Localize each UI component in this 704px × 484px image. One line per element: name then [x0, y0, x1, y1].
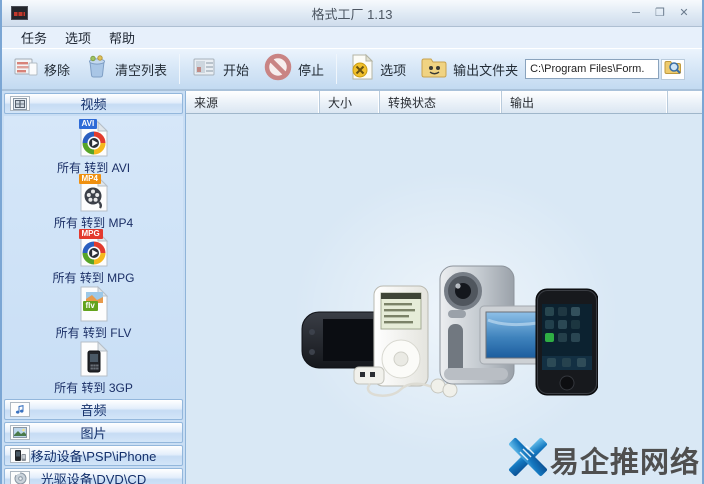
watermark-logo-icon	[508, 437, 548, 482]
mp4-file-icon: MP4	[76, 174, 112, 213]
mpg-file-icon: MPG	[76, 229, 112, 268]
toolbar-separator	[336, 54, 338, 84]
avi-badge: AVI	[78, 119, 98, 129]
browse-folder-icon	[664, 59, 682, 80]
output-folder-button[interactable]: 输出文件夹	[413, 51, 525, 87]
menu-bar: 任务 选项 帮助	[2, 27, 702, 48]
column-header-output[interactable]: 输出	[502, 91, 668, 113]
iphone	[535, 288, 598, 396]
clear-list-button[interactable]: 清空列表	[77, 51, 174, 87]
window-title: 格式工厂 1.13	[311, 6, 393, 22]
close-button[interactable]: ✕	[676, 6, 692, 20]
column-header-source[interactable]: 来源	[186, 91, 320, 113]
preset-all-to-mp4[interactable]: MP4 所有 转到 MP4	[4, 174, 183, 230]
film-icon	[10, 96, 30, 111]
minimize-button[interactable]: ─	[628, 6, 644, 20]
camcorder	[439, 265, 553, 385]
sidebar-section-video[interactable]: 视频	[4, 93, 183, 114]
remove-label: 移除	[44, 62, 71, 78]
toolbar-separator	[179, 54, 181, 84]
picture-icon	[10, 425, 30, 440]
preset-all-to-mpg[interactable]: MPG 所有 转到 MPG	[4, 229, 183, 285]
mp4-badge: MP4	[78, 174, 101, 184]
sidebar-section-audio[interactable]: 音频	[4, 399, 183, 420]
menu-help[interactable]: 帮助	[100, 27, 144, 48]
sidebar-section-label: 移动设备\PSP\iPhone	[30, 449, 157, 464]
devices-illustration	[301, 265, 598, 398]
column-header-size[interactable]: 大小	[320, 91, 380, 113]
preset-label: 所有 转到 3GP	[54, 381, 133, 395]
flv-file-icon: flv	[76, 285, 112, 323]
preset-all-to-avi[interactable]: AVI 所有 转到 AVI	[4, 119, 183, 175]
column-header-convert-state[interactable]: 转换状态	[380, 91, 502, 113]
sidebar-section-label: 光驱设备\DVD\CD	[40, 472, 147, 484]
task-list-header: 来源 大小 转换状态 输出	[186, 91, 702, 114]
watermark: 易企推网络	[508, 437, 700, 482]
music-note-icon	[10, 402, 30, 417]
output-path-field[interactable]	[525, 59, 660, 79]
stop-button[interactable]: 停止	[256, 51, 331, 87]
preset-all-to-3gp[interactable]: 所有 转到 3GP	[4, 339, 183, 395]
disc-icon	[10, 471, 30, 484]
main-area: 视频 AVI 所有 转到 AVI MP4 所有 转到 MP4 MPG 所有 转到…	[2, 91, 702, 484]
start-icon	[192, 55, 218, 84]
mpg-badge: MPG	[78, 229, 103, 239]
sidebar: 视频 AVI 所有 转到 AVI MP4 所有 转到 MP4 MPG 所有 转到…	[2, 91, 186, 484]
sidebar-section-picture[interactable]: 移动设备\PSP\iPhone 图片	[4, 422, 183, 443]
menu-task[interactable]: 任务	[12, 27, 56, 48]
clear-list-label: 清空列表	[115, 62, 168, 78]
browse-button[interactable]	[661, 58, 686, 80]
start-label: 开始	[223, 62, 250, 78]
title-bar[interactable]: 格式工厂 1.13 ─ ❐ ✕	[2, 0, 702, 27]
flv-badge: flv	[82, 301, 98, 311]
sidebar-section-label: 视频	[80, 97, 107, 112]
output-folder-label: 输出文件夹	[453, 62, 519, 78]
content-area: 来源 大小 转换状态 输出 易企推网络	[186, 91, 702, 484]
watermark-text: 易企推网络	[549, 444, 700, 479]
mobile-device-icon	[10, 448, 30, 463]
options-icon	[349, 53, 375, 86]
task-list-body: 易企推网络	[186, 114, 702, 484]
options-button[interactable]: 选项	[342, 51, 413, 87]
menu-options[interactable]: 选项	[56, 27, 100, 48]
window-controls: ─ ❐ ✕	[628, 6, 702, 20]
stop-label: 停止	[298, 62, 325, 78]
start-button[interactable]: 开始	[185, 51, 256, 87]
avi-file-icon: AVI	[76, 119, 112, 158]
remove-button[interactable]: 移除	[6, 51, 77, 87]
3gp-file-icon	[76, 340, 112, 378]
column-header-filler	[668, 91, 702, 113]
sidebar-section-mobile-devices[interactable]: 移动设备\PSP\iPhone	[4, 445, 183, 466]
remove-icon	[13, 55, 39, 84]
video-presets-panel: AVI 所有 转到 AVI MP4 所有 转到 MP4 MPG 所有 转到 MP…	[4, 116, 183, 399]
preset-all-to-flv[interactable]: flv 所有 转到 FLV	[4, 284, 183, 340]
maximize-button[interactable]: ❐	[652, 6, 668, 20]
sidebar-section-label: 音频	[80, 403, 107, 418]
trash-icon	[84, 54, 110, 85]
format-factory-window: 格式工厂 1.13 ─ ❐ ✕ 任务 选项 帮助 移除 清空列表 开始 停止 选…	[0, 0, 704, 484]
options-label: 选项	[380, 62, 407, 78]
stop-icon	[263, 52, 293, 87]
sidebar-section-label: 图片	[80, 426, 107, 441]
output-folder-icon	[420, 55, 448, 84]
toolbar: 移除 清空列表 开始 停止 选项 输出文件夹 C:\Program Files\…	[2, 48, 702, 91]
sidebar-section-optical-drive[interactable]: 光驱设备\DVD\CD	[4, 468, 183, 484]
sidebar-bottom-sections: 音频 移动设备\PSP\iPhone 图片	[4, 399, 183, 484]
